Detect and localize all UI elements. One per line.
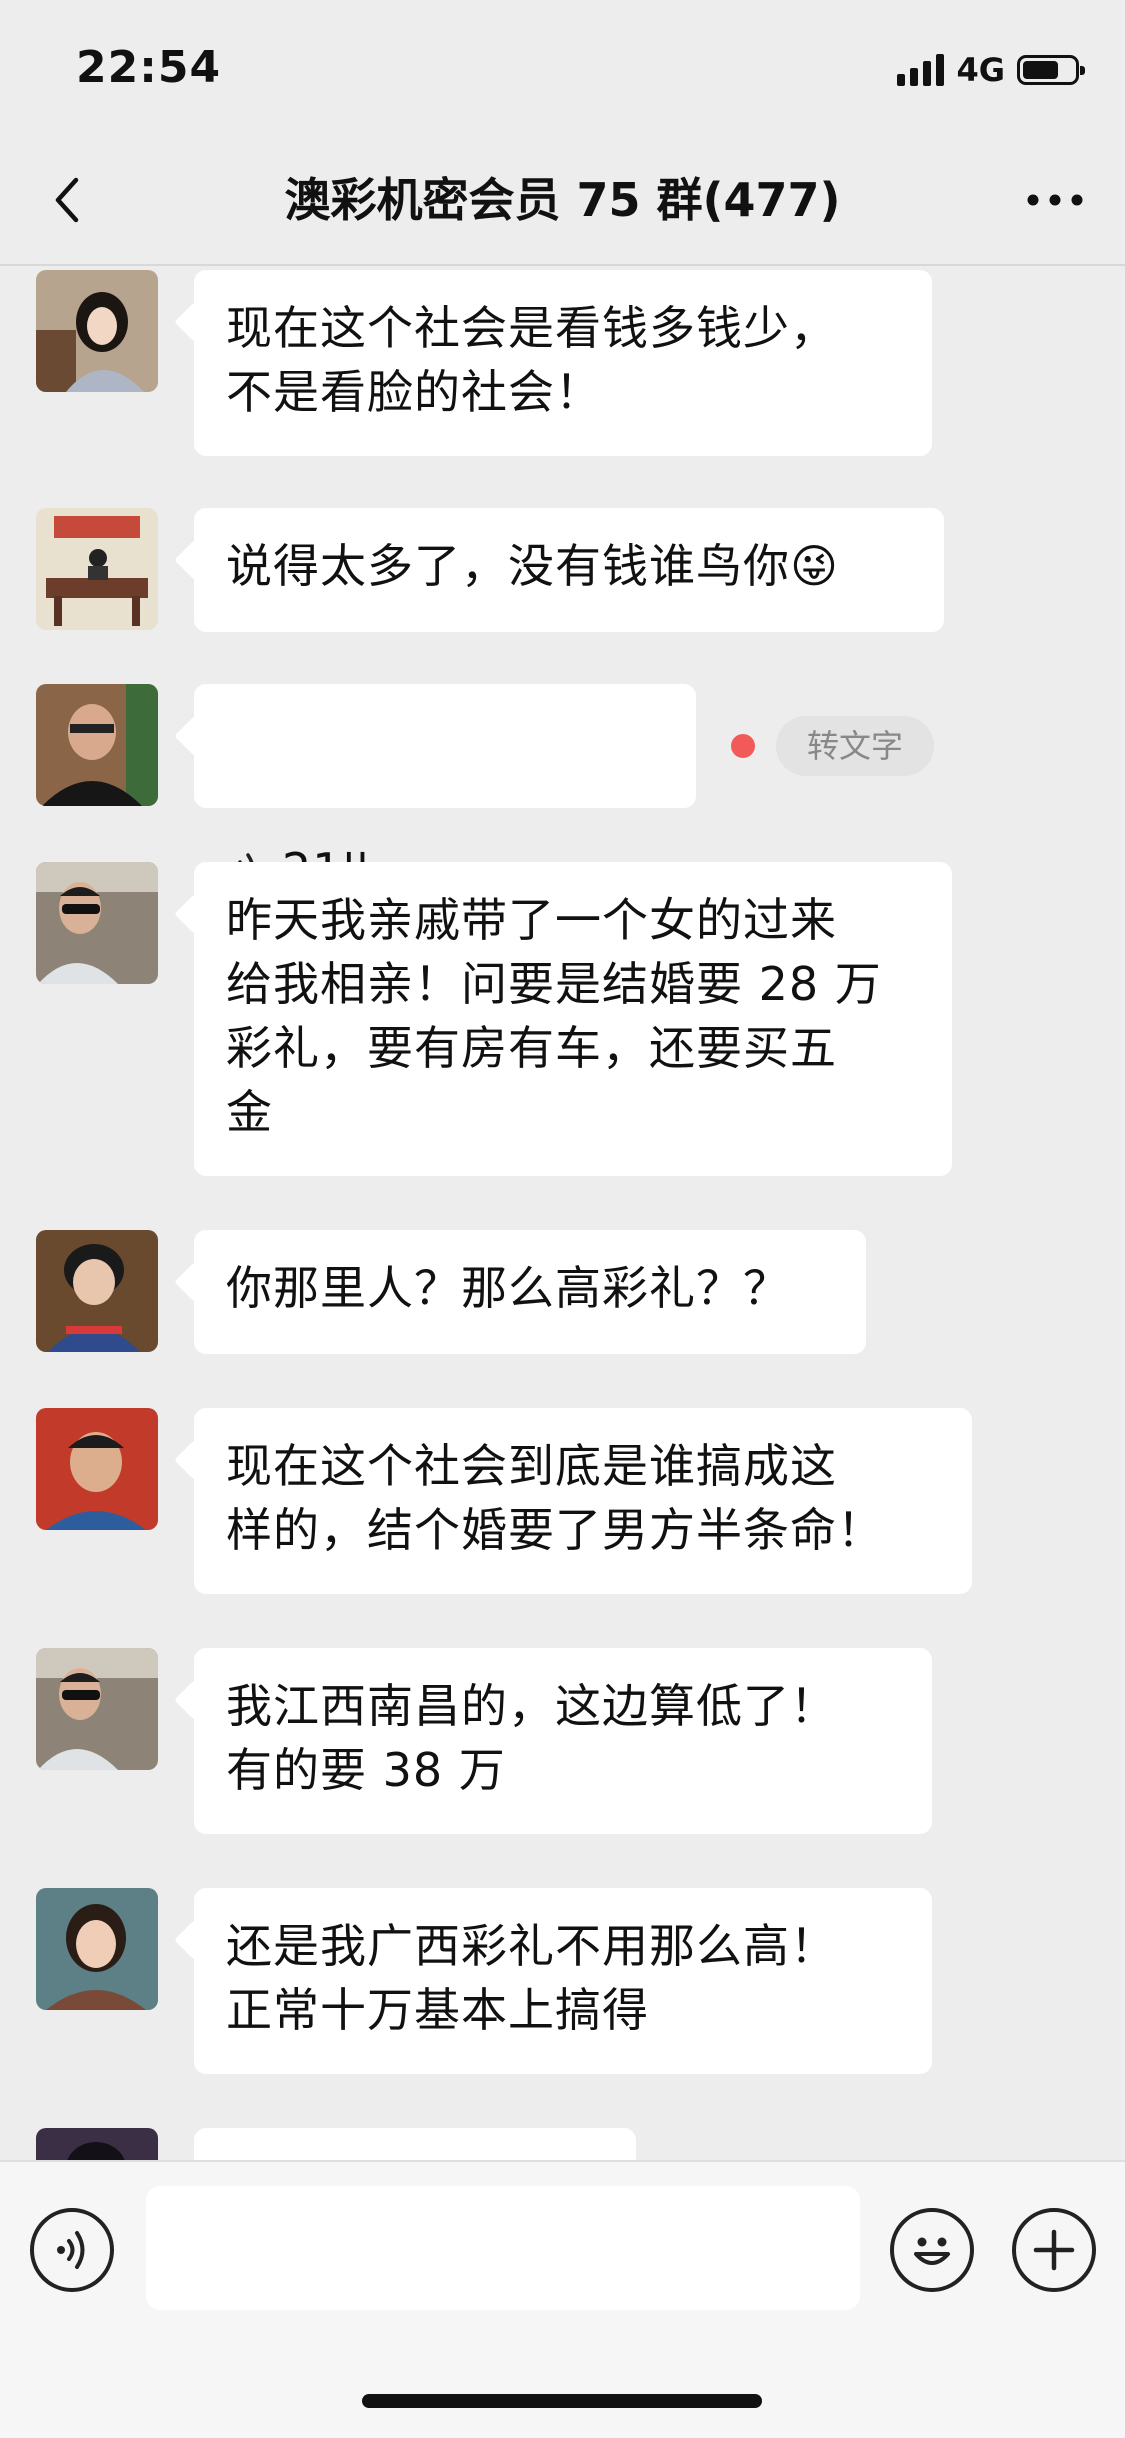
avatar[interactable] (36, 1888, 158, 2010)
unread-dot (731, 734, 755, 758)
avatar[interactable] (36, 270, 158, 392)
more-functions-button[interactable] (1012, 2208, 1096, 2292)
avatar[interactable] (36, 1230, 158, 1352)
network-label: 4G (956, 51, 1005, 89)
status-indicators: 4G (897, 50, 1085, 90)
message-bubble[interactable]: 现在这个社会是看钱多钱少， 不是看脸的社会！ (194, 270, 932, 456)
chat-message-list[interactable]: 现在这个社会是看钱多钱少， 不是看脸的社会！ 说得太多了，没有钱谁鸟你😜 转文字… (0, 266, 1125, 2160)
avatar[interactable] (36, 862, 158, 984)
message-input[interactable] (146, 2186, 860, 2310)
message-bubble[interactable]: 我江西南昌的，这边算低了！ 有的要 38 万 (194, 1648, 932, 1834)
battery-icon (1017, 55, 1085, 85)
battery-level (1023, 61, 1058, 79)
more-icon (1027, 194, 1083, 206)
more-button[interactable] (1015, 170, 1095, 230)
emoji-icon (914, 2237, 950, 2265)
avatar[interactable] (36, 2128, 158, 2160)
convert-to-text-button[interactable]: 转文字 (776, 716, 934, 776)
status-bar: 22:54 4G (0, 0, 1125, 140)
message-bubble[interactable]: 还是我广西彩礼不用那么高！ 正常十万基本上搞得 (194, 1888, 932, 2074)
plus-icon (1033, 2229, 1075, 2271)
home-indicator[interactable] (362, 2394, 762, 2408)
message-bubble[interactable]: 你那里人？那么高彩礼？？ (194, 1230, 866, 1354)
message-bubble[interactable]: 说得太多了，没有钱谁鸟你😜 (194, 508, 944, 632)
voice-message-bubble[interactable]: 21'' (194, 684, 696, 897)
voice-icon (57, 2231, 85, 2269)
avatar[interactable] (36, 1408, 158, 1530)
nav-bar: 澳彩机密会员 75 群(477) (0, 140, 1125, 266)
signal-icon (897, 54, 945, 86)
status-time: 22:54 (76, 42, 222, 93)
avatar[interactable] (36, 684, 158, 806)
message-bubble[interactable]: 现在这个社会到底是谁搞成这 样的，结个婚要了男方半条命！ (194, 1408, 972, 1594)
chat-title: 澳彩机密会员 75 群(477) (284, 173, 841, 227)
avatar[interactable] (36, 1648, 158, 1770)
message-bubble[interactable]: 昨天我亲戚带了一个女的过来 给我相亲！问要是结婚要 28 万 彩礼，要有房有车，… (194, 862, 952, 1176)
emoji-button[interactable] (890, 2208, 974, 2292)
voice-input-button[interactable] (30, 2208, 114, 2292)
chevron-left-icon (55, 177, 79, 223)
avatar[interactable] (36, 508, 158, 630)
message-bubble[interactable] (194, 2128, 636, 2160)
back-button[interactable] (38, 170, 98, 230)
